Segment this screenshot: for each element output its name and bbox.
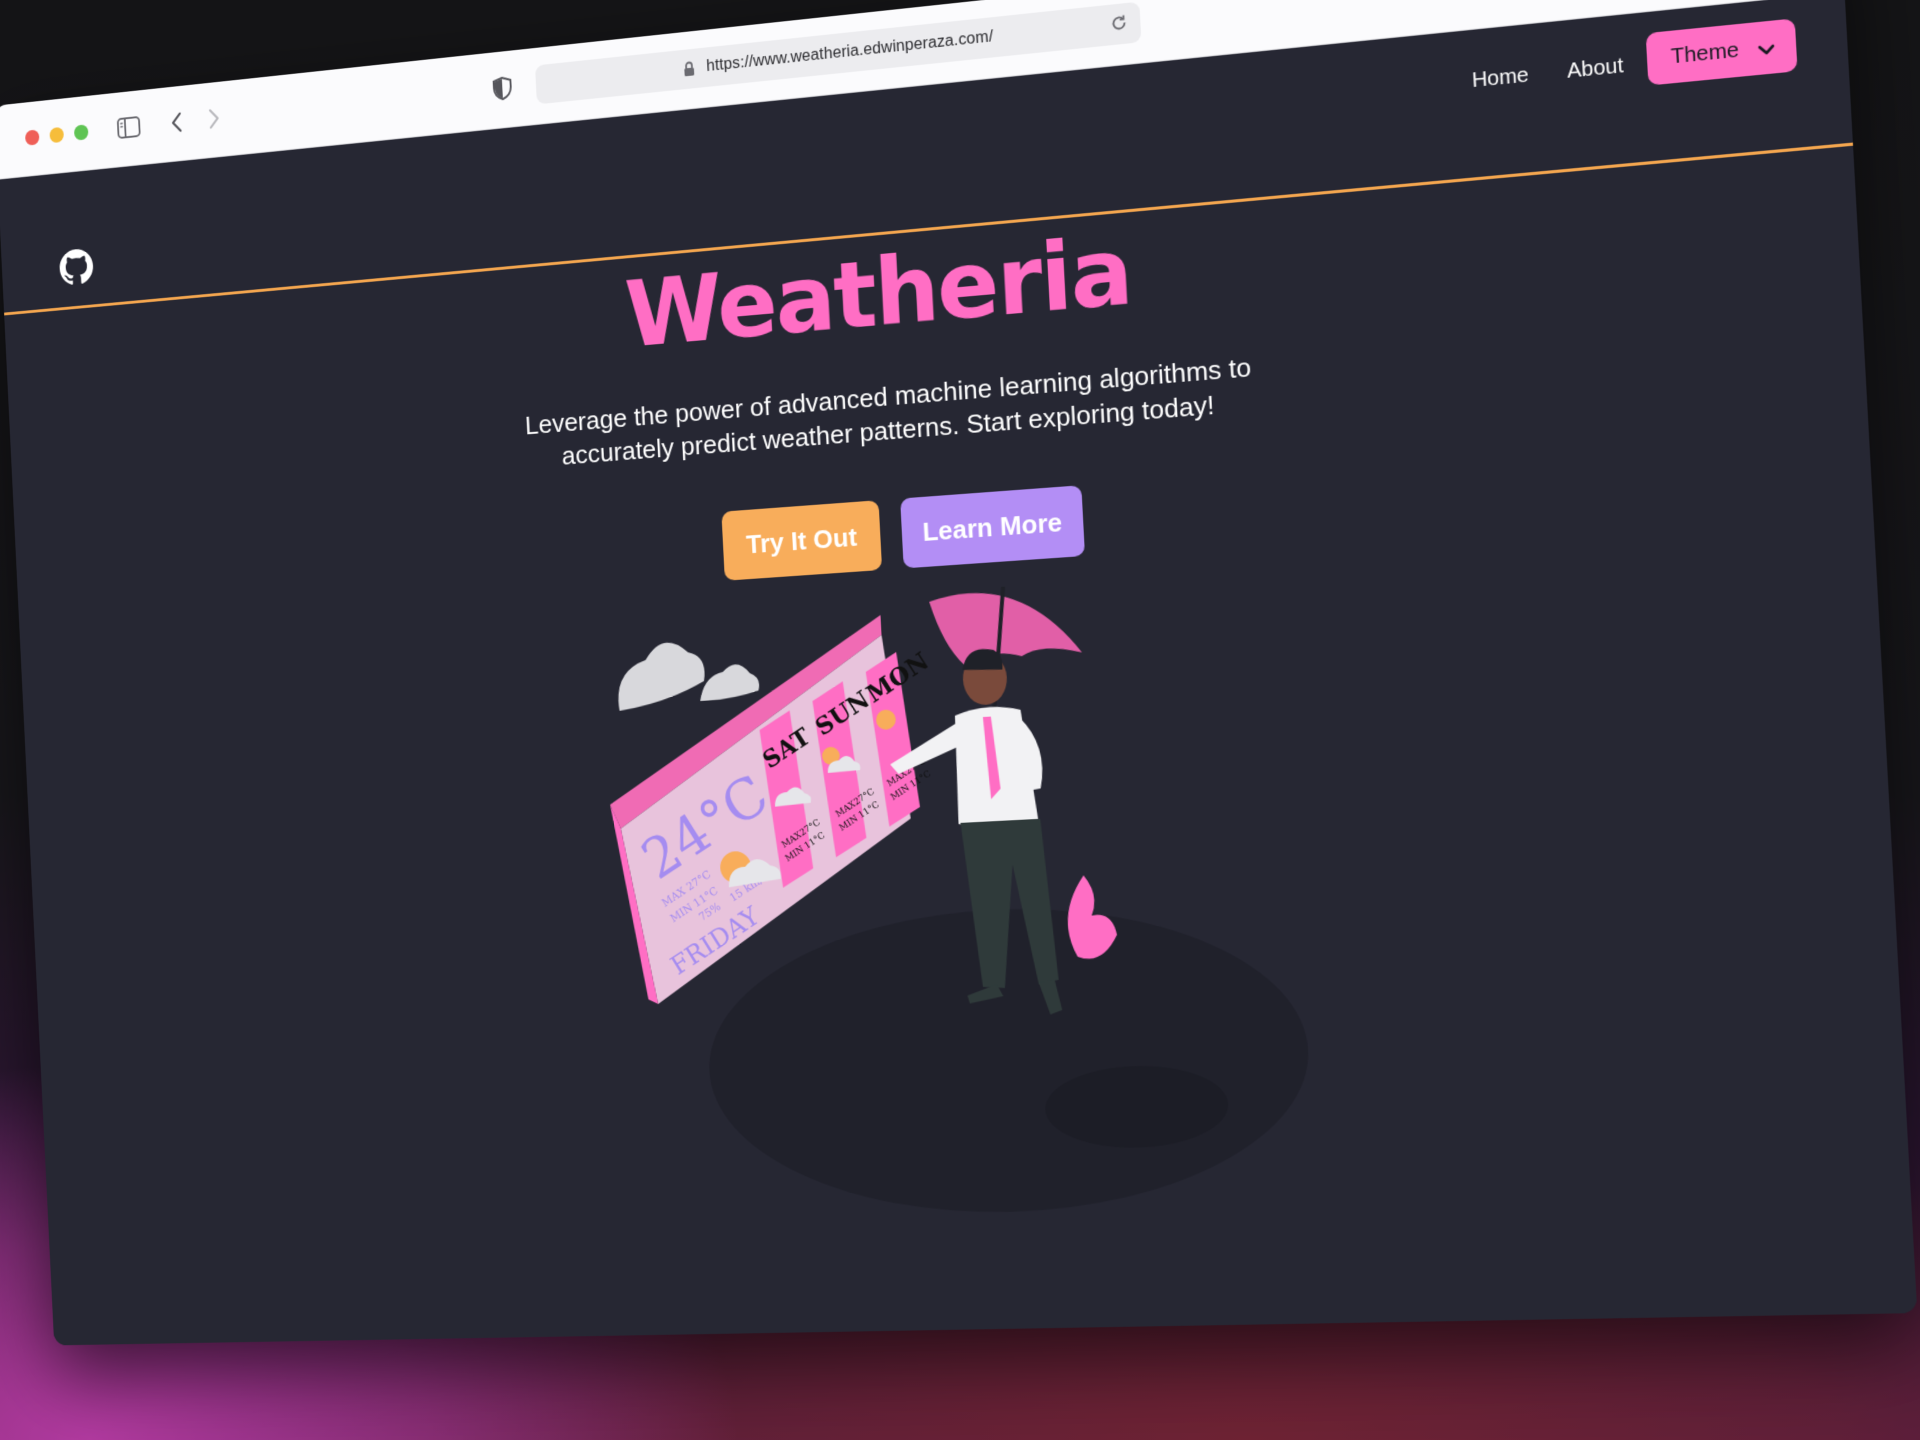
weatheria-page: Home About Theme Weatheria Leverage the … — [0, 0, 1917, 1345]
back-icon[interactable] — [160, 104, 194, 141]
umbrella-icon — [929, 586, 1082, 667]
github-icon[interactable] — [59, 248, 94, 287]
cloud-icon — [616, 637, 760, 711]
zoom-window-button[interactable] — [74, 124, 89, 141]
download-icon[interactable] — [1523, 0, 1564, 1]
shield-icon[interactable] — [485, 69, 520, 107]
theme-label: Theme — [1670, 38, 1739, 69]
weather-illustration: 24°C MAX 27°C MIN 11°C 75% 15 km/h FRIDA… — [563, 566, 1349, 1242]
window-controls — [25, 124, 89, 146]
desktop-background: https://www.weatheria.edwinperaza.com/ H… — [0, 0, 1920, 1440]
url-text: https://www.weatheria.edwinperaza.com/ — [706, 28, 994, 76]
minimize-window-button[interactable] — [49, 127, 64, 143]
forward-icon[interactable] — [197, 100, 231, 138]
close-window-button[interactable] — [25, 129, 40, 145]
theme-dropdown-button[interactable]: Theme — [1646, 18, 1798, 85]
learn-more-button[interactable]: Learn More — [900, 485, 1085, 568]
reload-icon[interactable] — [1109, 13, 1128, 38]
ground-shadow — [702, 896, 1316, 1219]
nav-home-link[interactable]: Home — [1471, 64, 1529, 93]
try-it-out-button[interactable]: Try It Out — [721, 500, 882, 581]
nav-about-link[interactable]: About — [1566, 54, 1624, 84]
browser-window: https://www.weatheria.edwinperaza.com/ H… — [0, 0, 1917, 1345]
sidebar-icon[interactable] — [112, 109, 145, 146]
chevron-down-icon — [1756, 37, 1777, 63]
lock-icon — [683, 61, 696, 83]
